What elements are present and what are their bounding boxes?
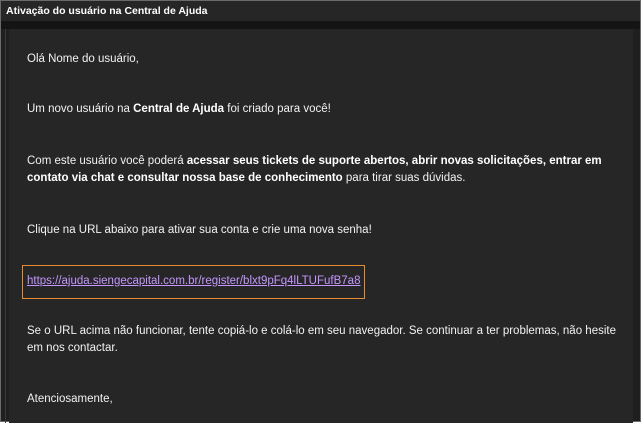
activation-link[interactable]: https://ajuda.siengecapital.com.br/regis… <box>27 275 360 287</box>
paragraph-features-end: para tirar suas dúvidas. <box>342 172 466 184</box>
title-divider <box>1 21 640 29</box>
email-window: Ativação do usuário na Central de Ajuda … <box>0 0 641 423</box>
window-title: Ativação do usuário na Central de Ajuda <box>1 1 640 21</box>
paragraph-click-url: Clique na URL abaixo para ativar sua con… <box>27 224 372 236</box>
left-border-line <box>5 29 6 423</box>
paragraph-new-user-start: Um novo usuário na <box>27 103 134 115</box>
email-body: Olá Nome do usuário, Um novo usuário na … <box>9 29 633 423</box>
paragraph-features: Com este usuário você poderá acessar seu… <box>27 153 627 187</box>
paragraph-features-start: Com este usuário você poderá <box>27 155 187 167</box>
closing-text: Atenciosamente, <box>27 393 113 405</box>
greeting-text: Olá Nome do usuário, <box>27 53 139 65</box>
activation-link-highlight: https://ajuda.siengecapital.com.br/regis… <box>22 265 366 299</box>
paragraph-new-user-end: foi criado para você! <box>224 103 331 115</box>
paragraph-new-user-bold: Central de Ajuda <box>133 103 225 115</box>
paragraph-new-user: Um novo usuário na Central de Ajuda foi … <box>27 101 627 118</box>
paragraph-fallback: Se o URL acima não funcionar, tente copi… <box>27 325 616 354</box>
